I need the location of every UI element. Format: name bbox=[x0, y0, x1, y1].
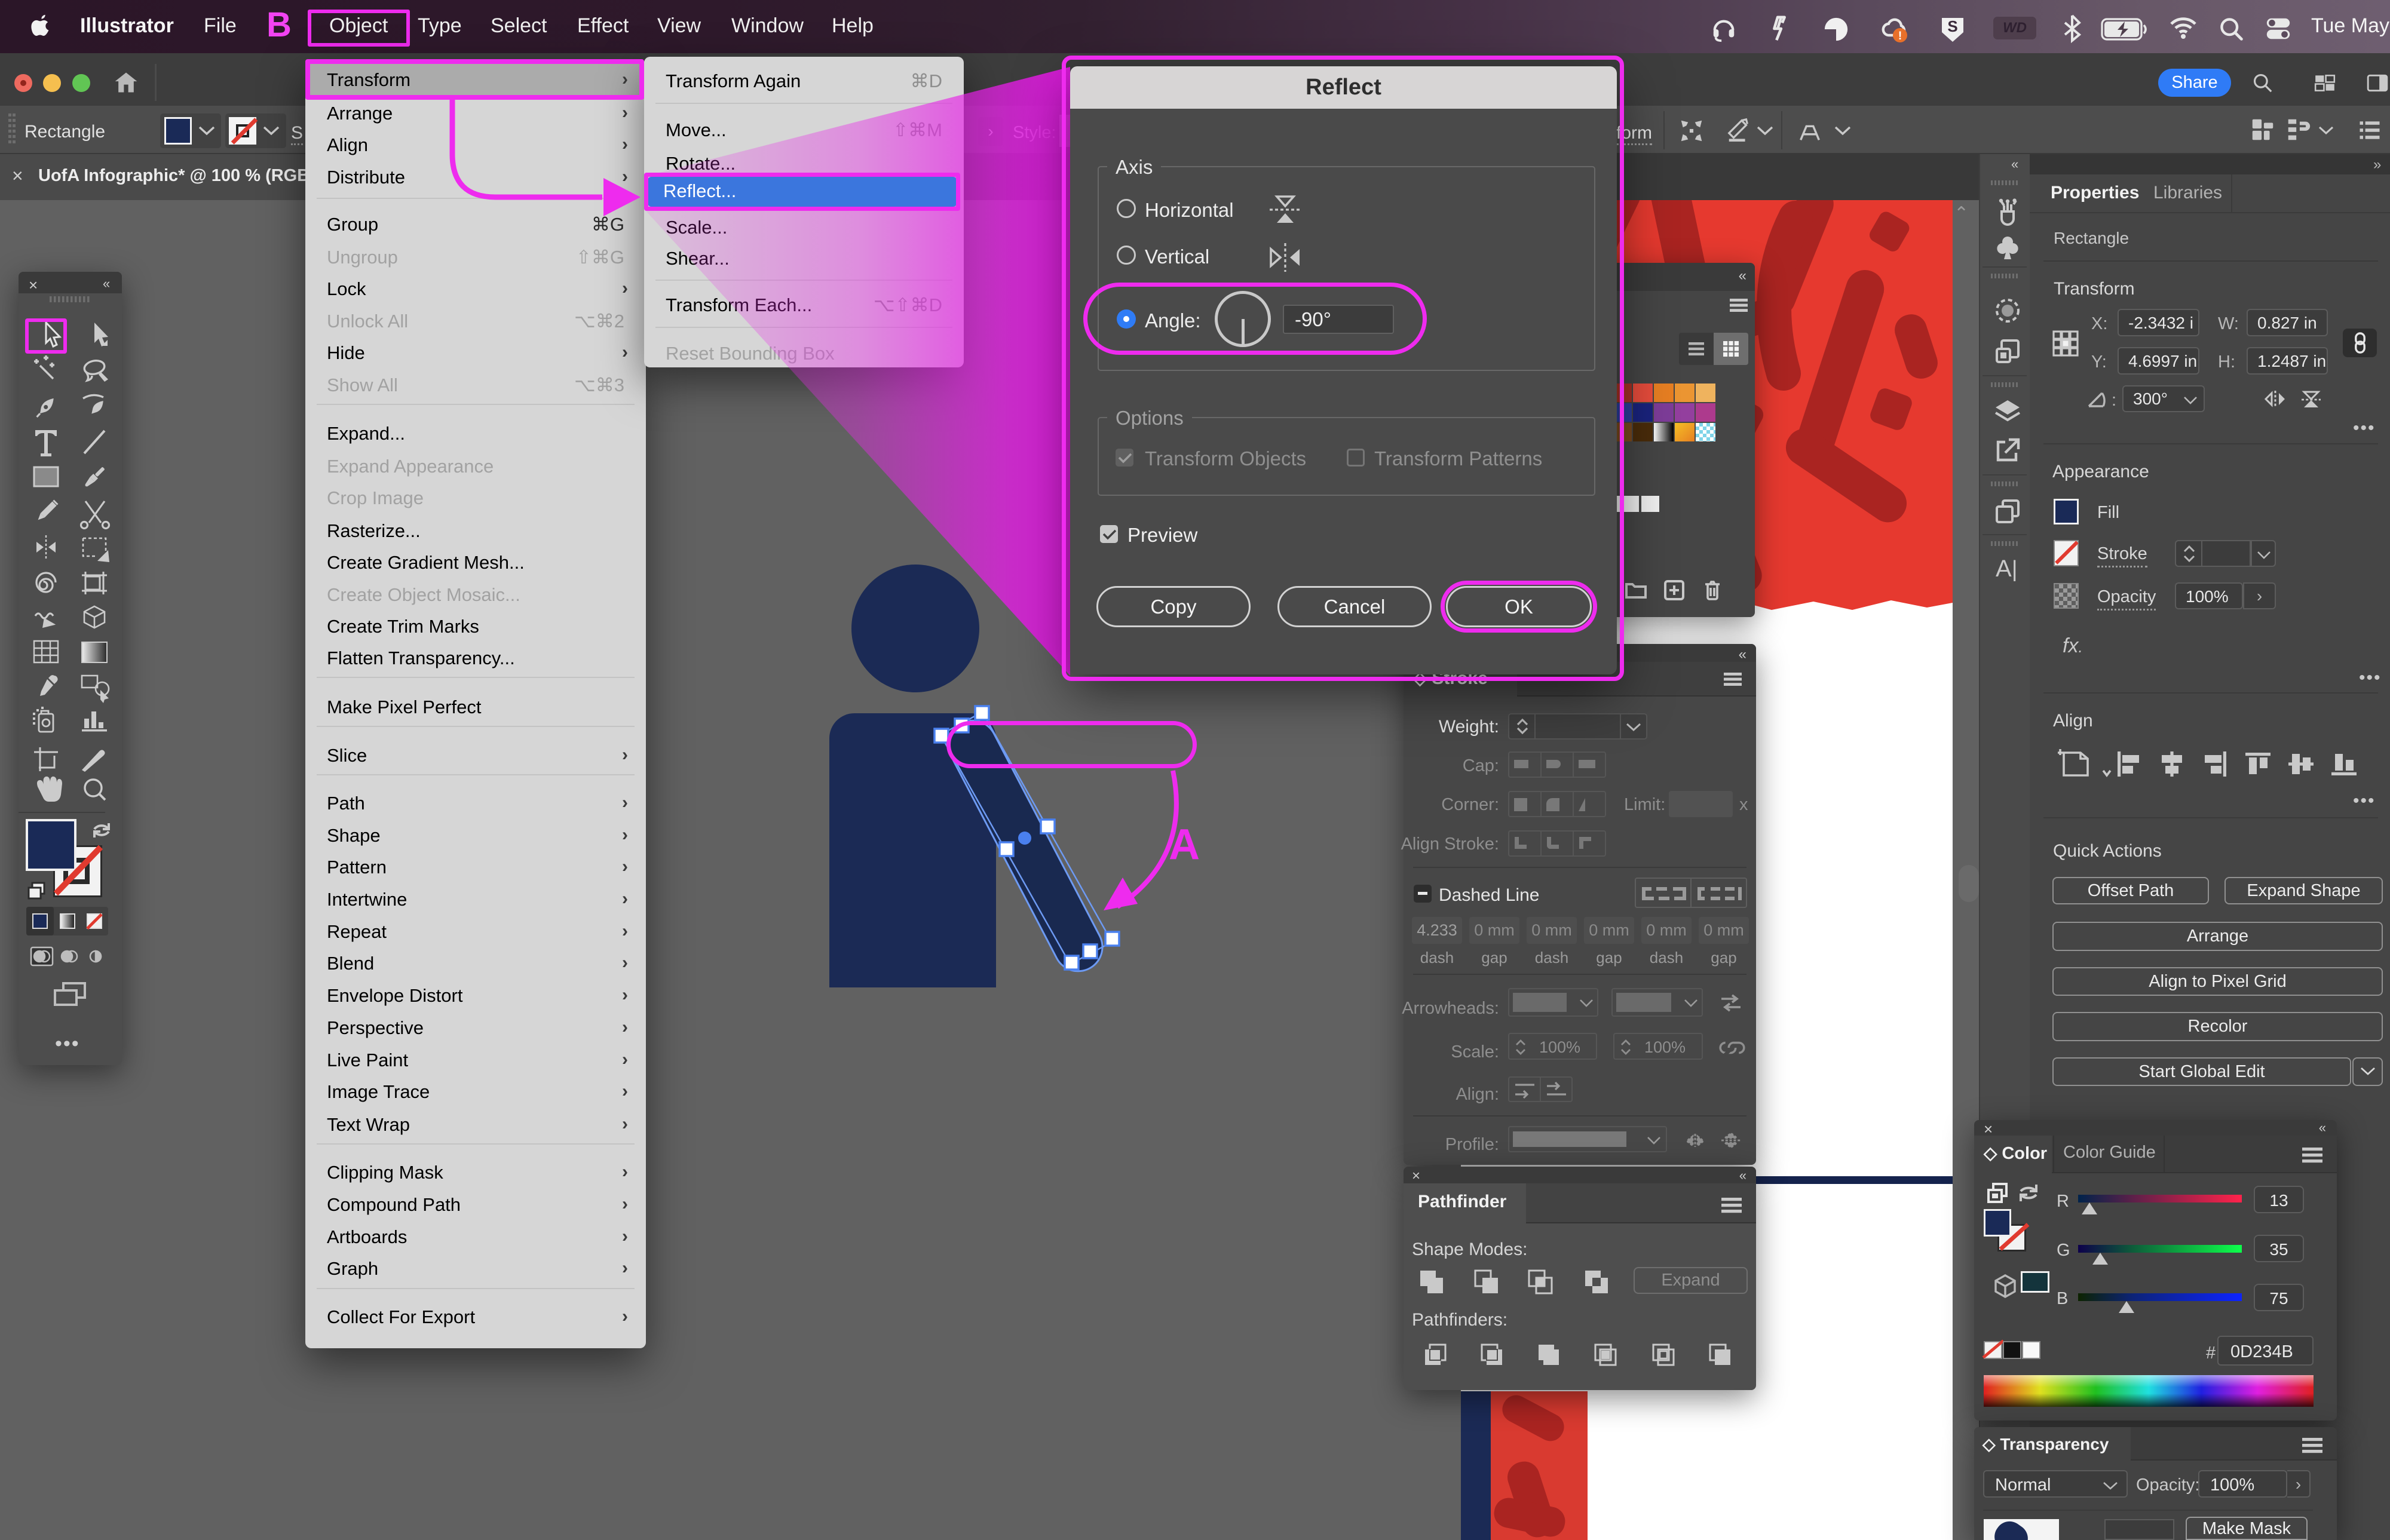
svg-text:A: A bbox=[1169, 821, 1200, 869]
